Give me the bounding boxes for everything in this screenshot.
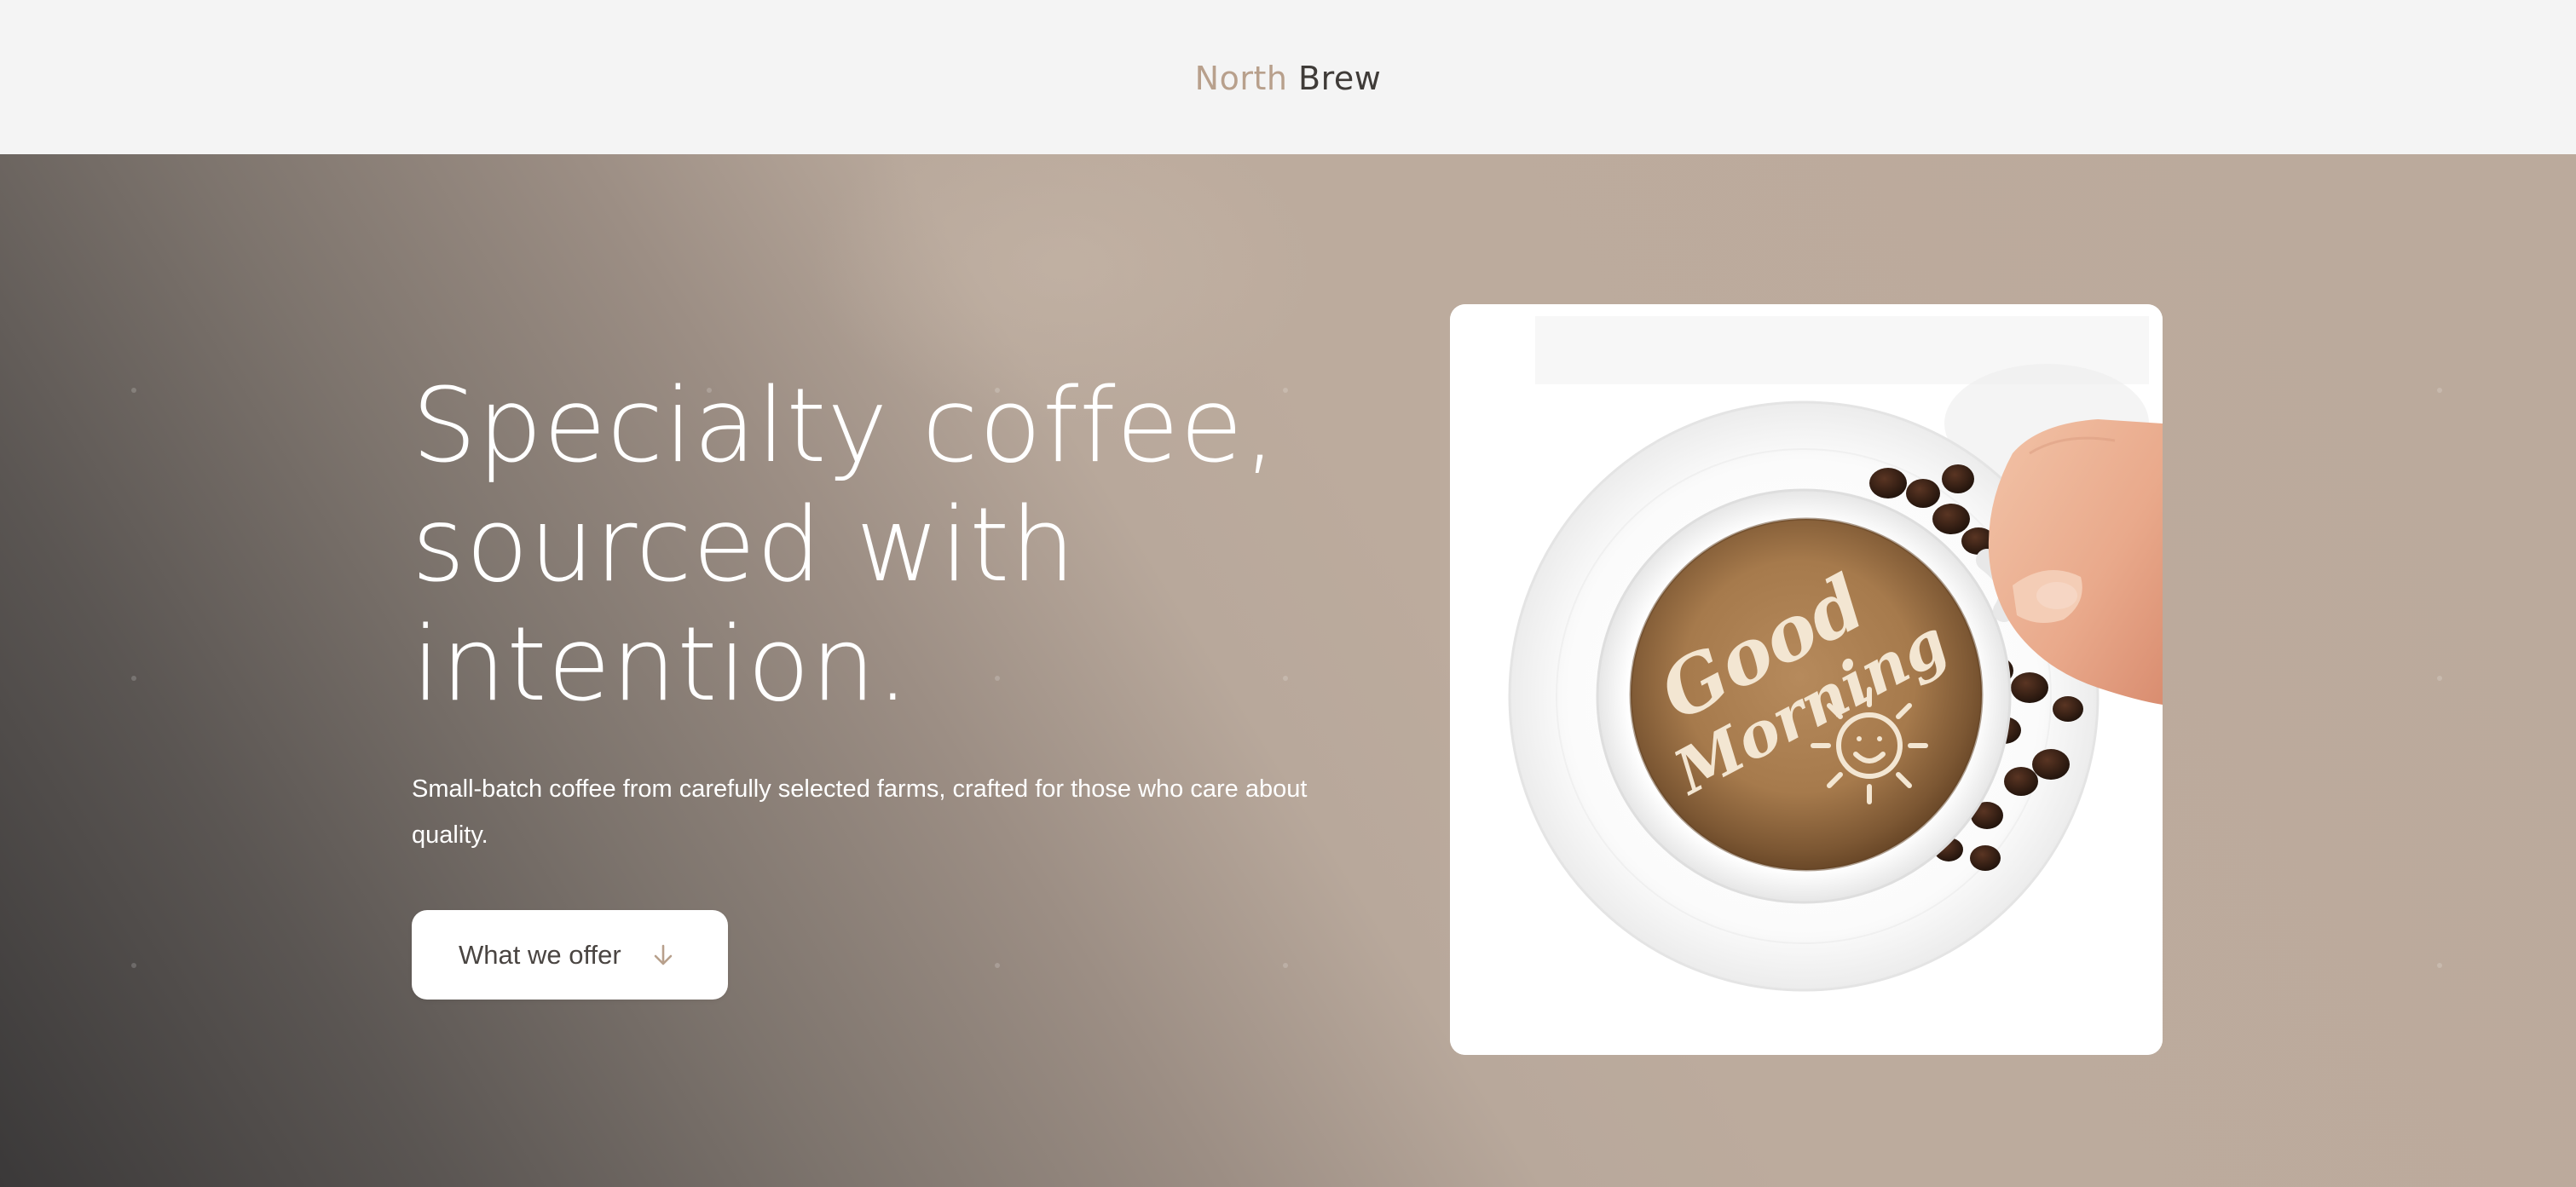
cta-label: What we offer	[459, 939, 621, 970]
coffee-image-card: Good Morning	[1450, 304, 2163, 1055]
site-header: North Brew	[0, 0, 2576, 154]
hero-headline: Specialty coffee, sourced with intention…	[412, 367, 1349, 725]
headline-line-3: intention.	[412, 606, 910, 724]
arrow-down-icon	[650, 942, 676, 968]
logo[interactable]: North Brew	[1195, 60, 1382, 97]
coffee-cup-photo: Good Morning	[1450, 304, 2163, 1055]
what-we-offer-button[interactable]: What we offer	[412, 910, 728, 1000]
logo-north: North	[1194, 59, 1288, 97]
hero-subtitle: Small-batch coffee from carefully select…	[412, 775, 1308, 849]
headline-line-1: Specialty coffee,	[412, 367, 1278, 486]
headline-line-2: sourced with	[412, 487, 1077, 605]
logo-brew: Brew	[1298, 59, 1382, 97]
hero-text: Specialty coffee, sourced with intention…	[412, 367, 1349, 858]
hero-section: Specialty coffee, sourced with intention…	[0, 154, 2576, 1187]
